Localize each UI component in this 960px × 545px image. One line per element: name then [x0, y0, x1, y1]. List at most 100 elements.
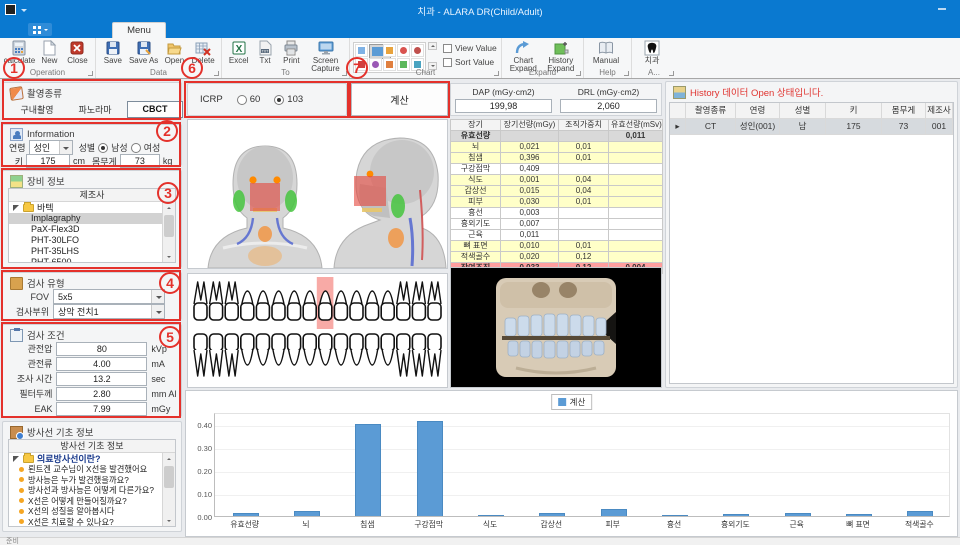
minimize-icon[interactable] — [938, 8, 946, 10]
tab-menu[interactable]: Menu — [112, 22, 166, 38]
chart-bar[interactable] — [355, 424, 381, 516]
sort-value-checkbox[interactable]: Sort Value — [443, 57, 497, 67]
history-col-header[interactable]: 성별 — [780, 103, 826, 118]
col-organ[interactable]: 장기 — [451, 120, 501, 131]
intraoral-button[interactable]: 구내촬영 — [11, 103, 63, 116]
equipment-item[interactable]: PHT-6500 — [9, 257, 162, 262]
col-effective[interactable]: 유효선량(mSv) — [609, 120, 663, 131]
chart-bar[interactable] — [417, 421, 443, 516]
history-col-header[interactable]: 몸무게 — [882, 103, 926, 118]
exam-cond-input[interactable]: 80 — [56, 342, 147, 356]
female-radio[interactable] — [131, 143, 141, 153]
equipment-item[interactable]: Implagraphy — [9, 213, 162, 224]
organ-row[interactable]: 피부0,0300,01 — [451, 197, 663, 208]
calculate-run-button[interactable]: 계산 — [351, 83, 448, 116]
chart-bar[interactable] — [478, 515, 504, 516]
app-menu-button[interactable] — [28, 23, 52, 36]
organ-row[interactable]: 흉외기도0,007 — [451, 219, 663, 230]
open-button[interactable]: Open — [160, 39, 188, 69]
view-value-checkbox[interactable]: View Value — [443, 43, 497, 53]
teeth-diagram[interactable] — [187, 273, 448, 388]
save-button[interactable]: Save — [99, 39, 127, 69]
equipment-item[interactable]: PHT-30LFO — [9, 235, 162, 246]
age-select[interactable]: 성인 — [29, 140, 73, 155]
dialog-launcher-icon[interactable] — [624, 71, 629, 76]
col-organ-dose[interactable]: 장기선량(mGy) — [501, 120, 559, 131]
organ-row[interactable]: 갑상선0,0150,04 — [451, 186, 663, 197]
chart-bar[interactable] — [785, 513, 811, 516]
manufacturer-column-header[interactable]: 제조사 — [9, 189, 175, 202]
expander-icon[interactable] — [13, 205, 19, 211]
scroll-down-icon[interactable] — [163, 251, 175, 262]
equipment-item[interactable]: PaX-Flex3D — [9, 224, 162, 235]
manufacturer-folder-row[interactable]: 바텍 — [9, 202, 162, 213]
scroll-up-icon[interactable] — [163, 202, 175, 213]
cbct-button[interactable]: CBCT — [127, 101, 183, 118]
fov-select[interactable]: 5x5 — [53, 289, 165, 304]
rad-info-item[interactable]: X선은 치료할 수 있나요? — [9, 517, 162, 527]
exam-cond-input[interactable]: 4.00 — [56, 357, 147, 371]
region-select[interactable]: 상악 전치1 — [53, 304, 165, 319]
scrollbar[interactable] — [162, 202, 175, 262]
organ-row[interactable]: 근육0,011 — [451, 230, 663, 241]
dialog-launcher-icon[interactable] — [576, 71, 581, 76]
dialog-launcher-icon[interactable] — [494, 71, 499, 76]
chart-type-pie-icon[interactable] — [397, 44, 410, 57]
calculate-button[interactable]: calculate — [3, 39, 36, 69]
chart-expand-button[interactable]: Chart Expand — [505, 39, 542, 69]
manual-button[interactable]: Manual — [587, 39, 625, 69]
txt-button[interactable]: TXT Txt — [252, 39, 277, 69]
organ-row[interactable]: 침샘0,3960,01 — [451, 153, 663, 164]
excel-button[interactable]: X Excel — [225, 39, 252, 69]
rad-info-column-header[interactable]: 방사선 기초 정보 — [9, 440, 175, 453]
exam-cond-input[interactable]: 13.2 — [56, 372, 147, 386]
male-radio[interactable] — [98, 143, 108, 153]
organ-row[interactable]: 식도0,0010,04 — [451, 175, 663, 186]
icrp-103-radio[interactable] — [274, 95, 284, 105]
spin-up-button[interactable] — [428, 42, 437, 50]
organ-row[interactable]: 흉선0,003 — [451, 208, 663, 219]
panorama-button[interactable]: 파노라마 — [69, 103, 121, 116]
organ-row[interactable]: 뇌0,0210,01 — [451, 142, 663, 153]
chart-type-area-icon[interactable] — [355, 44, 368, 57]
height-input[interactable]: 175 — [26, 154, 70, 168]
organ-row[interactable]: 적색골수0,0200,12 — [451, 252, 663, 263]
scroll-thumb[interactable] — [164, 466, 174, 488]
dialog-launcher-icon[interactable] — [88, 71, 93, 76]
chart-bar[interactable] — [539, 513, 565, 516]
scroll-down-icon[interactable] — [163, 515, 175, 526]
chart-grid-spinner[interactable] — [428, 42, 437, 70]
dialog-launcher-icon[interactable] — [342, 71, 347, 76]
history-row[interactable]: ▸CT성인(001)남17573001 — [670, 119, 953, 135]
chart-bar[interactable] — [662, 515, 688, 516]
dialog-launcher-icon[interactable] — [214, 71, 219, 76]
history-col-header[interactable]: 제조사 — [926, 103, 953, 118]
chart-bar[interactable] — [294, 511, 320, 516]
dialog-launcher-icon[interactable] — [669, 71, 674, 76]
equipment-item[interactable]: PHT-35LHS — [9, 246, 162, 257]
scrollbar[interactable] — [162, 453, 175, 526]
weight-input[interactable]: 73 — [120, 154, 160, 168]
history-col-header[interactable]: 촬영종류 — [686, 103, 736, 118]
expander-icon[interactable] — [13, 456, 19, 462]
chart-bar[interactable] — [723, 514, 749, 516]
close-button[interactable]: Close — [63, 39, 92, 69]
organ-row[interactable]: 유효선량0,011 — [451, 131, 663, 142]
screen-capture-button[interactable]: Screen Capture — [305, 39, 346, 69]
col-weight[interactable]: 조직가중치 — [559, 120, 609, 131]
history-expand-button[interactable]: History Expand — [542, 39, 580, 69]
chart-legend[interactable]: 계산 — [551, 394, 593, 410]
chart-type-doughnut-icon[interactable] — [411, 44, 424, 57]
chart-bar[interactable] — [233, 513, 259, 516]
chart-type-point-icon[interactable] — [383, 44, 396, 57]
chart-bar[interactable] — [907, 511, 933, 516]
chart-bar[interactable] — [601, 509, 627, 516]
new-button[interactable]: New — [36, 39, 63, 69]
exam-cond-input[interactable]: 2.80 — [56, 387, 147, 401]
organ-row[interactable]: 구강점막0,409 — [451, 164, 663, 175]
scroll-thumb[interactable] — [164, 215, 174, 237]
organ-row[interactable]: 뼈 표면0,0100,01 — [451, 241, 663, 252]
save-as-button[interactable]: Save As — [127, 39, 161, 69]
dental-button[interactable]: 치과 — [635, 39, 669, 69]
exam-cond-input[interactable]: 7.99 — [56, 402, 147, 416]
